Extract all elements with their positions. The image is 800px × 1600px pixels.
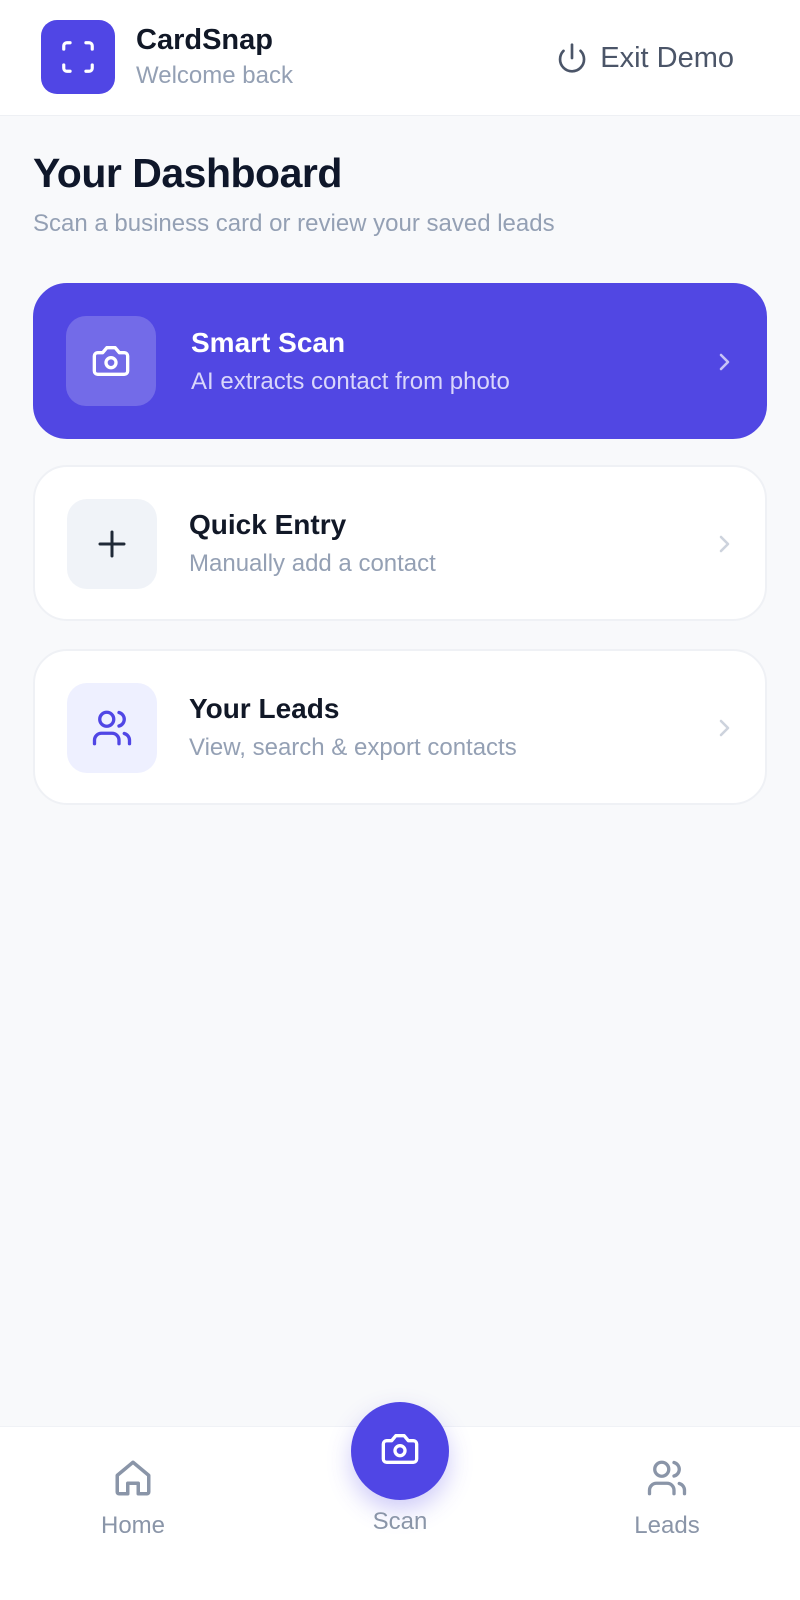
nav-leads[interactable]: Leads [597, 1457, 737, 1540]
home-icon [112, 1457, 154, 1504]
page-title: Your Dashboard [33, 150, 342, 196]
nav-home-label: Home [100, 1512, 166, 1539]
nav-scan-label: Scan [372, 1508, 428, 1535]
users-icon [67, 683, 157, 773]
quick-entry-card[interactable]: Quick Entry Manually add a contact [33, 465, 767, 621]
page-subtitle: Scan a business card or review your save… [33, 210, 555, 237]
exit-demo-label: Exit Demo [600, 41, 734, 74]
app-name: CardSnap [136, 24, 273, 56]
power-icon [556, 42, 588, 74]
scan-frame-logo-icon [41, 20, 115, 94]
quick-entry-title: Quick Entry [189, 509, 347, 540]
quick-entry-description: Manually add a contact [189, 550, 436, 577]
your-leads-card[interactable]: Your Leads View, search & export contact… [33, 649, 767, 805]
welcome-text: Welcome back [136, 62, 293, 89]
chevron-right-icon [715, 529, 735, 559]
app-header: CardSnap Welcome back Exit Demo [0, 0, 800, 116]
your-leads-title: Your Leads [189, 693, 340, 724]
your-leads-description: View, search & export contacts [189, 734, 517, 761]
smart-scan-card[interactable]: Smart Scan AI extracts contact from phot… [33, 283, 767, 439]
smart-scan-description: AI extracts contact from photo [191, 368, 510, 395]
users-icon [646, 1457, 688, 1504]
exit-demo-button[interactable]: Exit Demo [556, 38, 734, 78]
nav-leads-label: Leads [634, 1512, 700, 1539]
nav-home[interactable]: Home [63, 1457, 203, 1540]
camera-icon [66, 316, 156, 406]
smart-scan-title: Smart Scan [191, 327, 346, 358]
nav-scan-button[interactable] [351, 1402, 449, 1500]
chevron-right-icon [715, 347, 735, 377]
camera-icon [380, 1429, 420, 1474]
plus-icon [67, 499, 157, 589]
chevron-right-icon [715, 713, 735, 743]
